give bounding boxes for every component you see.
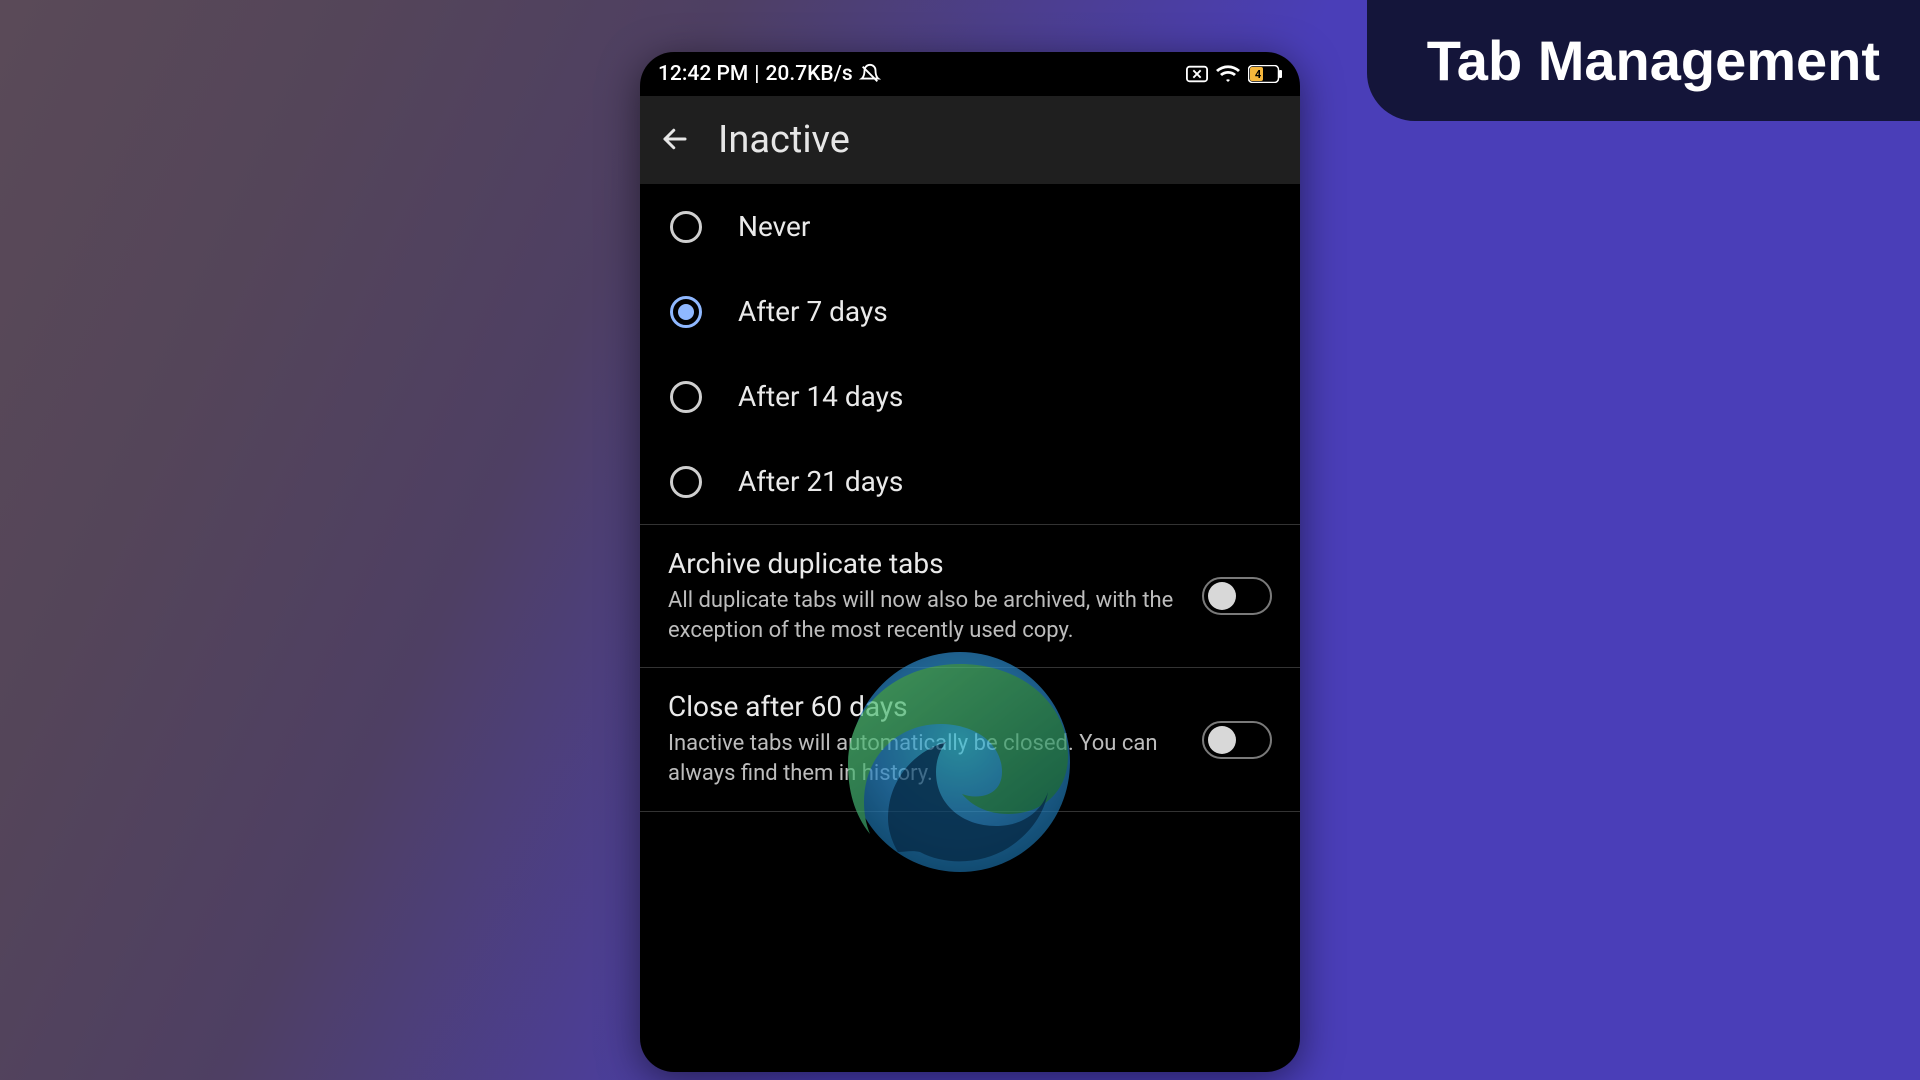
toggle-list: Archive duplicate tabs All duplicate tabs… [640,525,1300,812]
radio-option[interactable]: After 7 days [640,269,1300,354]
toggle-switch[interactable] [1202,721,1272,759]
radio-option[interactable]: Never [640,184,1300,269]
radio-icon [670,296,702,328]
radio-label: After 21 days [738,465,903,498]
phone-frame: 12:42 PM | 20.7KB/s [640,52,1300,1072]
wifi-icon [1216,64,1240,84]
radio-icon [670,466,702,498]
toggle-title: Close after 60 days [668,690,1182,723]
toggle-description: Inactive tabs will automatically be clos… [668,729,1182,788]
divider [640,811,1300,812]
radio-label: After 7 days [738,295,888,328]
toggle-knob [1208,726,1236,754]
radio-label: After 14 days [738,380,903,413]
radio-option[interactable]: After 14 days [640,354,1300,439]
status-bar: 12:42 PM | 20.7KB/s [640,52,1300,96]
radio-option[interactable]: After 21 days [640,439,1300,524]
toggle-switch[interactable] [1202,577,1272,615]
toggle-row: Close after 60 days Inactive tabs will au… [640,668,1300,810]
toggle-knob [1208,582,1236,610]
back-button[interactable] [660,124,690,157]
svg-text:4: 4 [1255,68,1262,81]
toggle-row: Archive duplicate tabs All duplicate tabs… [640,525,1300,667]
status-net-speed: 20.7KB/s [766,62,853,86]
radio-icon [670,381,702,413]
radio-label: Never [738,210,810,243]
toggle-title: Archive duplicate tabs [668,547,1182,580]
mute-icon [859,63,881,85]
toggle-description: All duplicate tabs will now also be arch… [668,586,1182,645]
battery-icon: 4 [1248,65,1282,83]
radio-group-inactive: Never After 7 days After 14 days After 21 d… [640,184,1300,524]
page-title: Inactive [718,118,850,162]
radio-icon [670,211,702,243]
status-separator: | [754,62,759,86]
status-time: 12:42 PM [658,62,748,86]
overlay-title: Tab Management [1367,0,1920,121]
arrow-left-icon [660,124,690,154]
app-bar: Inactive [640,96,1300,184]
do-not-disturb-icon [1186,65,1208,83]
